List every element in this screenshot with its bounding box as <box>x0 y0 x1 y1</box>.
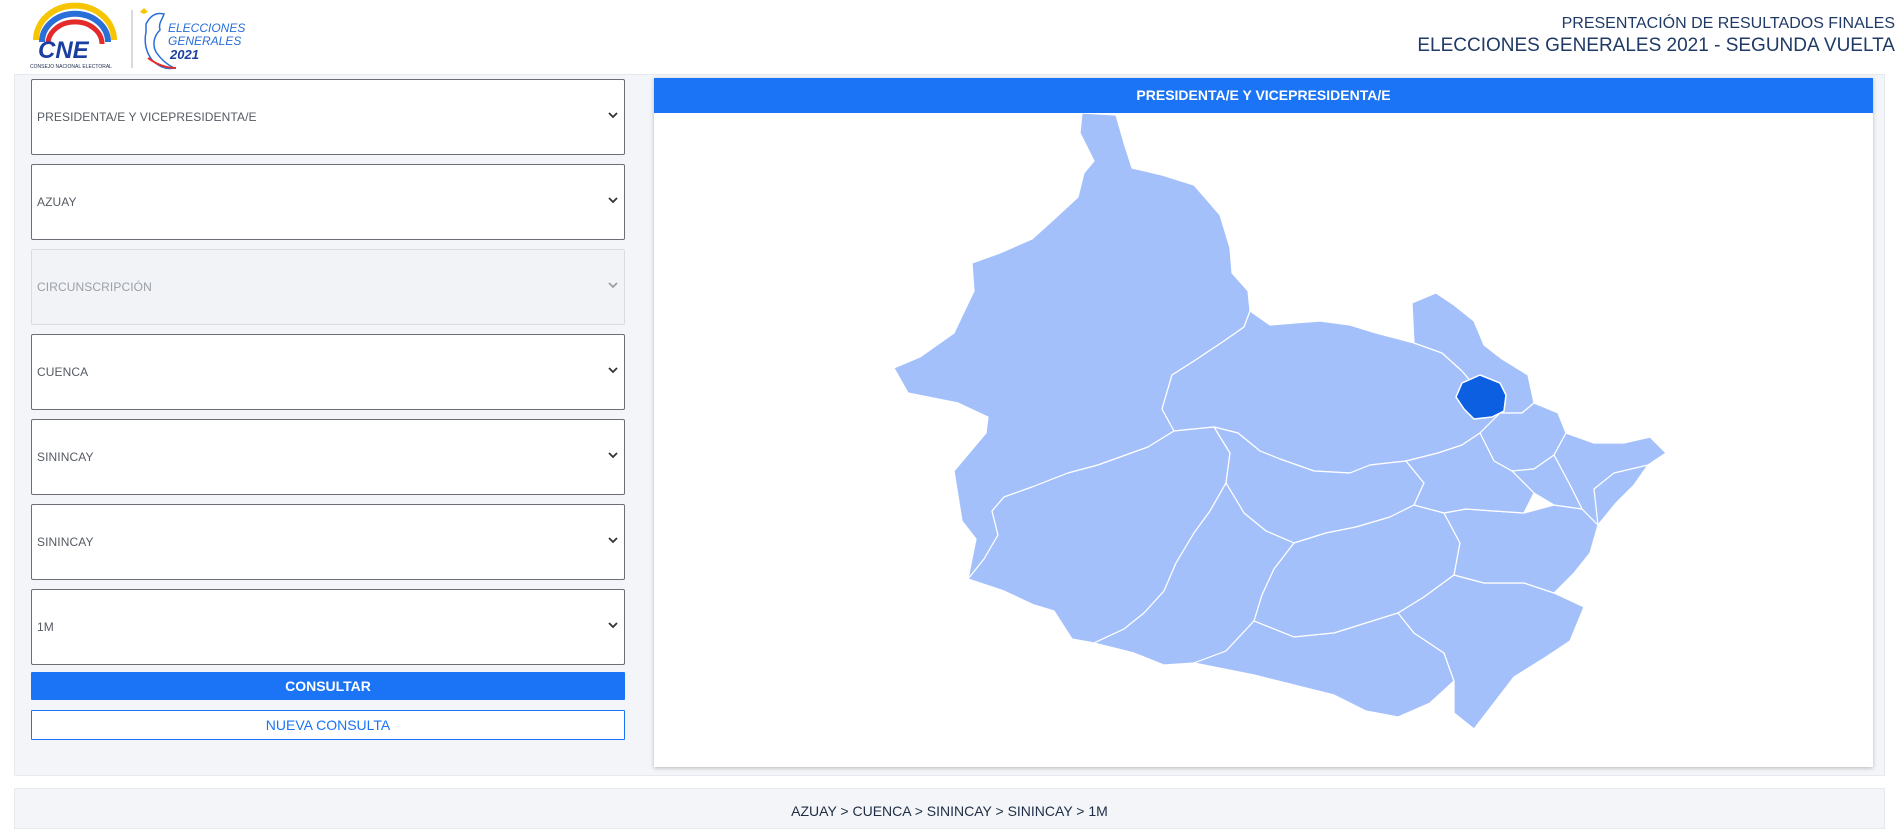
cne-logo: CNE CONSEJO NACIONAL ELECTORAL ELECCIONE… <box>30 2 245 70</box>
elecciones-logo-line2: GENERALES <box>168 34 241 48</box>
canton-select[interactable]: CUENCA <box>31 334 625 410</box>
footer: AZUAY > CUENCA > SININCAY > SININCAY > 1… <box>14 788 1885 829</box>
junta-select[interactable]: 1M <box>31 589 625 665</box>
cne-logo-subtitle: CONSEJO NACIONAL ELECTORAL <box>30 64 112 70</box>
chevron-down-icon <box>606 618 620 632</box>
chevron-down-icon <box>606 108 620 122</box>
parroquia-select[interactable]: SININCAY <box>31 419 625 495</box>
map-title: PRESIDENTA/E Y VICEPRESIDENTA/E <box>654 78 1873 113</box>
parish-map <box>893 113 1667 730</box>
consultar-button[interactable]: CONSULTAR <box>31 672 625 700</box>
chevron-down-icon <box>606 533 620 547</box>
cne-logo-text: CNE <box>38 37 90 64</box>
circunscripcion-select-value: CIRCUNSCRIPCIÓN <box>37 280 152 294</box>
chevron-down-icon <box>606 278 620 292</box>
junta-select-value: 1M <box>37 620 54 634</box>
parroquia-select-value: SININCAY <box>37 450 94 464</box>
filter-form: PRESIDENTA/E Y VICEPRESIDENTA/E AZUAY CI… <box>31 79 625 674</box>
zona-select[interactable]: SININCAY <box>31 504 625 580</box>
chevron-down-icon <box>606 448 620 462</box>
elecciones-logo-year: 2021 <box>169 47 199 62</box>
zona-select-value: SININCAY <box>37 535 94 549</box>
dignidad-select-value: PRESIDENTA/E Y VICEPRESIDENTA/E <box>37 110 257 124</box>
dignidad-select[interactable]: PRESIDENTA/E Y VICEPRESIDENTA/E <box>31 79 625 155</box>
header-title: PRESENTACIÓN DE RESULTADOS FINALES ELECC… <box>1417 14 1895 58</box>
circunscripcion-select: CIRCUNSCRIPCIÓN <box>31 249 625 325</box>
chevron-down-icon <box>606 363 620 377</box>
header: CNE CONSEJO NACIONAL ELECTORAL ELECCIONE… <box>0 0 1899 74</box>
chevron-down-icon <box>606 193 620 207</box>
nueva-consulta-button[interactable]: NUEVA CONSULTA <box>31 710 625 740</box>
logo-group: CNE CONSEJO NACIONAL ELECTORAL ELECCIONE… <box>28 2 248 74</box>
canton-select-value: CUENCA <box>37 365 89 379</box>
provincia-select-value: AZUAY <box>37 195 77 209</box>
map-card: PRESIDENTA/E Y VICEPRESIDENTA/E <box>654 78 1873 767</box>
elecciones-logo-line1: ELECCIONES <box>168 21 245 35</box>
header-title-line1: PRESENTACIÓN DE RESULTADOS FINALES <box>1561 15 1895 32</box>
header-title-line2: ELECCIONES GENERALES 2021 - SEGUNDA VUEL… <box>1417 35 1895 56</box>
breadcrumb: AZUAY > CUENCA > SININCAY > SININCAY > 1… <box>791 803 1108 819</box>
provincia-select[interactable]: AZUAY <box>31 164 625 240</box>
